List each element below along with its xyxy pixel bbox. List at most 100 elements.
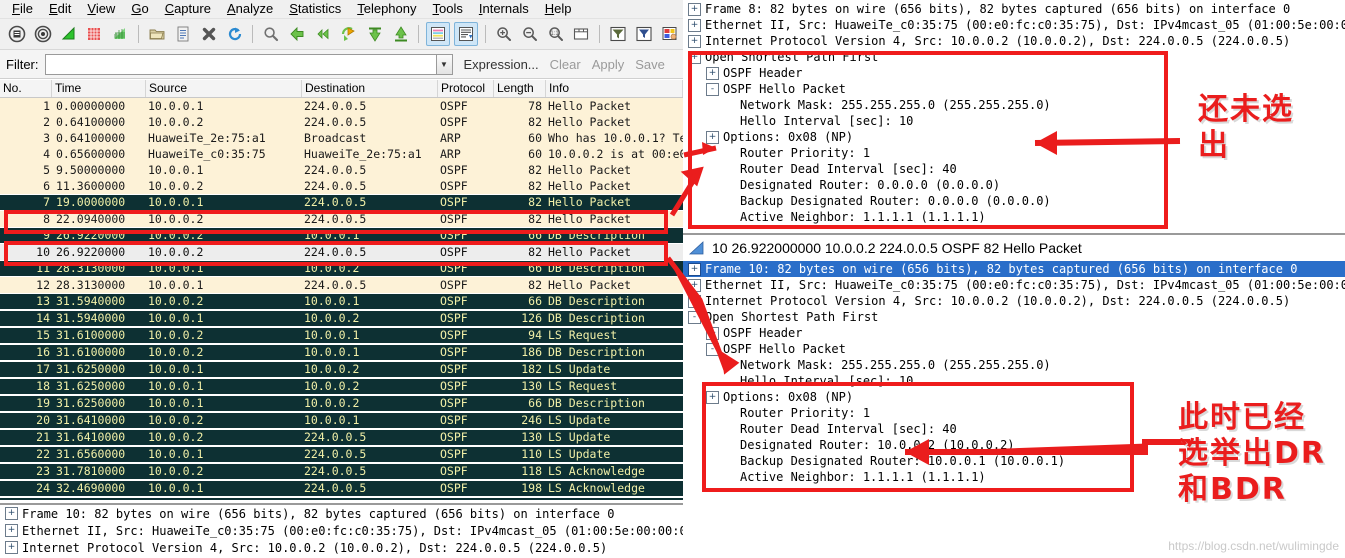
- expand-icon[interactable]: +: [688, 278, 701, 292]
- menu-item-go[interactable]: Go: [123, 0, 156, 18]
- detail-row[interactable]: - OSPF Hello Packet: [683, 341, 1345, 357]
- zoom-reset-icon[interactable]: 1:1: [545, 23, 567, 45]
- detail-row[interactable]: Designated Router: 0.0.0.0 (0.0.0.0): [683, 177, 1345, 193]
- detail-row[interactable]: Designated Router: 10.0.0.2 (10.0.0.2): [683, 437, 1345, 453]
- table-row[interactable]: 8 22.0940000 10.0.0.2 224.0.0.5 OSPF 82 Hello …: [0, 211, 683, 227]
- table-row[interactable]: 19 31.6250000 10.0.0.1 10.0.0.2 OSPF 66 DB Des…: [0, 395, 683, 412]
- detail-row[interactable]: Router Dead Interval [sec]: 40: [683, 421, 1345, 437]
- menu-item-internals[interactable]: Internals: [471, 0, 537, 18]
- menu-item-analyze[interactable]: Analyze: [219, 0, 281, 18]
- expand-icon[interactable]: +: [688, 2, 701, 16]
- detail-row[interactable]: Hello Interval [sec]: 10: [683, 373, 1345, 389]
- collapse-icon[interactable]: -: [706, 342, 719, 356]
- detail-row[interactable]: + Options: 0x08 (NP): [683, 129, 1345, 145]
- top-packet-detail-pane[interactable]: + Frame 8: 82 bytes on wire (656 bits), 8…: [683, 0, 1345, 233]
- table-row[interactable]: 9 26.9220000 10.0.0.2 10.0.0.1 OSPF 66 DB Desc…: [0, 227, 683, 244]
- expand-icon[interactable]: +: [688, 262, 701, 276]
- expand-icon[interactable]: +: [688, 294, 701, 308]
- expand-icon[interactable]: +: [5, 524, 18, 537]
- table-row[interactable]: 22 31.6560000 10.0.0.1 224.0.0.5 OSPF 110 LS U…: [0, 446, 683, 463]
- apply-button[interactable]: Apply: [592, 57, 625, 72]
- expression-button[interactable]: Expression...: [464, 57, 539, 72]
- go-forward-icon[interactable]: [312, 23, 334, 45]
- table-row[interactable]: 20 31.6410000 10.0.0.2 10.0.0.1 OSPF 246 LS Up…: [0, 412, 683, 429]
- save-button[interactable]: Save: [635, 57, 665, 72]
- expand-icon[interactable]: +: [706, 130, 719, 144]
- zoom-out-icon[interactable]: [519, 23, 541, 45]
- detail-row[interactable]: + Frame 8: 82 bytes on wire (656 bits), 8…: [683, 1, 1345, 17]
- table-row[interactable]: 13 31.5940000 10.0.0.2 10.0.0.1 OSPF 66 DB Des…: [0, 293, 683, 310]
- capture-filter-icon[interactable]: [109, 23, 131, 45]
- detail-row[interactable]: Router Dead Interval [sec]: 40: [683, 161, 1345, 177]
- column-header-source[interactable]: Source: [146, 80, 302, 97]
- menu-item-edit[interactable]: Edit: [41, 0, 79, 18]
- detail-row[interactable]: Network Mask: 255.255.255.0 (255.255.255…: [683, 357, 1345, 373]
- table-row[interactable]: 17 31.6250000 10.0.0.1 10.0.0.2 OSPF 182 LS Up…: [0, 361, 683, 378]
- display-filters-icon[interactable]: [633, 23, 655, 45]
- column-header-time[interactable]: Time: [52, 80, 146, 97]
- close-file-icon[interactable]: [198, 23, 220, 45]
- stop-capture-icon[interactable]: [83, 23, 105, 45]
- capture-options-icon[interactable]: [32, 23, 54, 45]
- detail-row[interactable]: Active Neighbor: 1.1.1.1 (1.1.1.1): [683, 209, 1345, 225]
- expand-icon[interactable]: +: [706, 390, 719, 404]
- column-header-no[interactable]: No.: [0, 80, 52, 97]
- detail-row[interactable]: + Ethernet II, Src: HuaweiTe_c0:35:75 (00…: [683, 17, 1345, 33]
- detail-row[interactable]: + OSPF Header: [683, 65, 1345, 81]
- expand-icon[interactable]: +: [706, 326, 719, 340]
- collapse-icon[interactable]: -: [706, 82, 719, 96]
- zoom-in-icon[interactable]: [493, 23, 515, 45]
- table-row[interactable]: 21 31.6410000 10.0.0.2 224.0.0.5 OSPF 130 LS U…: [0, 429, 683, 446]
- menu-item-tools[interactable]: Tools: [425, 0, 471, 18]
- table-row[interactable]: 4 0.65600000 HuaweiTe_c0:35:75 HuaweiTe_2e:…: [0, 146, 683, 162]
- detail-row[interactable]: Backup Designated Router: 0.0.0.0 (0.0.0…: [683, 193, 1345, 209]
- table-row[interactable]: 3 0.64100000 HuaweiTe_2e:75:a1 Broadcast ARP…: [0, 130, 683, 146]
- go-to-last-icon[interactable]: [390, 23, 412, 45]
- bottom-packet-detail-pane[interactable]: + Frame 10: 82 bytes on wire (656 bits), …: [683, 261, 1345, 558]
- detail-row[interactable]: + Frame 10: 82 bytes on wire (656 bits), …: [0, 505, 683, 522]
- detail-row[interactable]: + Internet Protocol Version 4, Src: 10.0.…: [683, 33, 1345, 49]
- capture-filters-icon[interactable]: [607, 23, 629, 45]
- filter-input[interactable]: [45, 54, 436, 74]
- find-packet-icon[interactable]: [260, 23, 282, 45]
- table-row[interactable]: 2536.438000010.0.0.2224.0.0.5OSPF146LS U…: [0, 497, 683, 500]
- menu-item-telephony[interactable]: Telephony: [349, 0, 424, 18]
- start-capture-icon[interactable]: [6, 23, 28, 45]
- detail-row[interactable]: + Ethernet II, Src: HuaweiTe_c0:35:75 (00…: [683, 277, 1345, 293]
- packet-list-body[interactable]: 1 0.00000000 10.0.0.1 224.0.0.5 OSPF 78 Hello …: [0, 98, 683, 500]
- column-header-length[interactable]: Length: [494, 80, 546, 97]
- filter-dropdown-chevron-down-icon[interactable]: ▼: [436, 53, 453, 75]
- detail-row[interactable]: Hello Interval [sec]: 10: [683, 113, 1345, 129]
- clear-button[interactable]: Clear: [550, 57, 581, 72]
- restart-capture-icon[interactable]: [58, 23, 80, 45]
- detail-row[interactable]: - Open Shortest Path First: [683, 309, 1345, 325]
- expand-icon[interactable]: +: [688, 34, 701, 48]
- expand-icon[interactable]: +: [5, 507, 18, 520]
- detail-row[interactable]: + Frame 10: 82 bytes on wire (656 bits), …: [683, 261, 1345, 277]
- menu-item-file[interactable]: File: [4, 0, 41, 18]
- detail-row[interactable]: + OSPF Header: [683, 325, 1345, 341]
- coloring-rules-icon[interactable]: [659, 23, 681, 45]
- expand-icon[interactable]: +: [706, 66, 719, 80]
- go-to-packet-icon[interactable]: [338, 23, 360, 45]
- table-row[interactable]: 16 31.6100000 10.0.0.2 10.0.0.1 OSPF 186 DB De…: [0, 344, 683, 361]
- detail-row[interactable]: Network Mask: 255.255.255.0 (255.255.255…: [683, 97, 1345, 113]
- table-row[interactable]: 15 31.6100000 10.0.0.2 10.0.0.1 OSPF 94 LS Req…: [0, 327, 683, 344]
- resize-columns-icon[interactable]: [571, 23, 593, 45]
- table-row[interactable]: 18 31.6250000 10.0.0.1 10.0.0.2 OSPF 130 LS Re…: [0, 378, 683, 395]
- detail-row[interactable]: + Open Shortest Path First: [683, 49, 1345, 65]
- detail-row[interactable]: + Options: 0x08 (NP): [683, 389, 1345, 405]
- open-file-icon[interactable]: [146, 23, 168, 45]
- menu-item-help[interactable]: Help: [537, 0, 580, 18]
- left-packet-detail-pane[interactable]: + Frame 10: 82 bytes on wire (656 bits), …: [0, 503, 683, 558]
- detail-row[interactable]: Backup Designated Router: 10.0.0.1 (10.0…: [683, 453, 1345, 469]
- table-row[interactable]: 24 32.4690000 10.0.0.1 224.0.0.5 OSPF 198 LS A…: [0, 480, 683, 497]
- collapse-icon[interactable]: -: [688, 310, 701, 324]
- table-row[interactable]: 2 0.64100000 10.0.0.2 224.0.0.5 OSPF 82 Hello …: [0, 114, 683, 130]
- detail-row[interactable]: Router Priority: 1: [683, 405, 1345, 421]
- menu-item-statistics[interactable]: Statistics: [281, 0, 349, 18]
- go-to-first-icon[interactable]: [364, 23, 386, 45]
- go-back-icon[interactable]: [286, 23, 308, 45]
- detail-row[interactable]: + Internet Protocol Version 4, Src: 10.0.…: [0, 539, 683, 556]
- table-row[interactable]: 6 11.3600000 10.0.0.2 224.0.0.5 OSPF 82 Hello …: [0, 178, 683, 194]
